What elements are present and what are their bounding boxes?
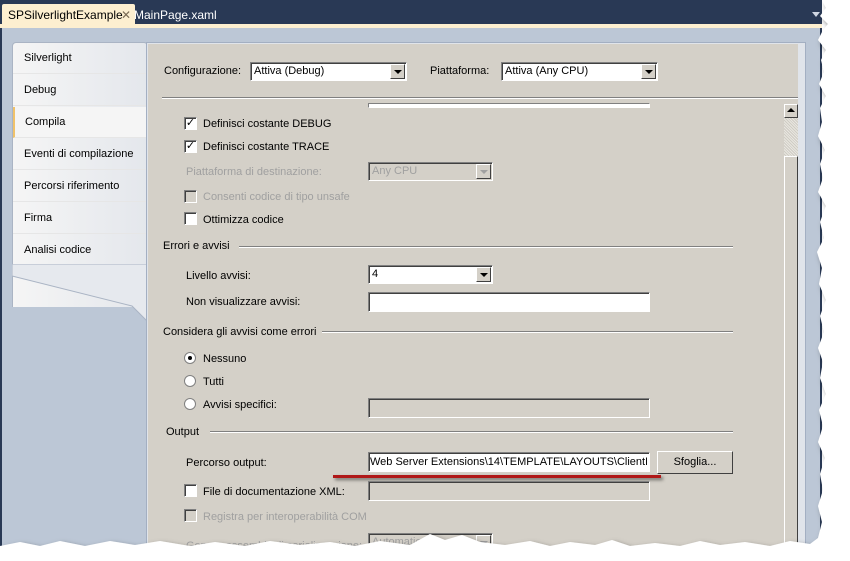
tab-label: SPSilverlightExample [8, 8, 123, 22]
optimize-checkbox[interactable] [184, 212, 197, 225]
serialization-dropdown[interactable]: Automatico [368, 533, 493, 552]
radio-tutti-label: Tutti [203, 376, 224, 388]
xml-doc-checkbox[interactable] [184, 484, 197, 497]
chevron-down-icon[interactable] [476, 267, 491, 282]
sidebar-item-eventi-di-compilazione[interactable]: Eventi di compilazione [13, 139, 147, 170]
browse-button[interactable]: Sfoglia... [657, 451, 733, 474]
radio-nessuno[interactable] [184, 352, 196, 364]
errors-section-title: Errori e avvisi [163, 240, 230, 252]
com-interop-label: Registra per interoperabilità COM [203, 511, 367, 523]
output-path-label: Percorso output: [186, 457, 267, 469]
serialization-label: Genera assembly di serializzazione: [186, 540, 363, 552]
define-debug-checkbox[interactable]: ✓ [184, 117, 197, 130]
xml-doc-label: File di documentazione XML: [203, 486, 345, 498]
warning-level-dropdown[interactable]: 4 [368, 265, 493, 284]
output-path-input[interactable]: Web Server Extensions\14\TEMPLATE\LAYOUT… [368, 452, 650, 472]
treat-warnings-section-title: Considera gli avvisi come errori [163, 326, 317, 338]
sidebar-item-compila[interactable]: Compila [13, 107, 149, 138]
define-trace-label: Definisci costante TRACE [203, 141, 330, 153]
document-tab-bar: SPSilverlightExample ✕ MainPage.xaml [0, 0, 822, 27]
radio-tutti[interactable] [184, 375, 196, 387]
warning-level-label: Livello avvisi: [186, 270, 251, 282]
chevron-down-icon[interactable] [641, 64, 656, 79]
suppress-warnings-input[interactable] [368, 292, 650, 312]
treat-warnings-separator [322, 331, 733, 333]
chevron-down-icon [476, 164, 491, 179]
header-separator [162, 97, 798, 99]
define-trace-checkbox[interactable]: ✓ [184, 140, 197, 153]
sidebar-tail-decoration [12, 264, 148, 323]
conditional-symbols-input[interactable] [368, 103, 650, 108]
suppress-warnings-label: Non visualizzare avvisi: [186, 296, 301, 308]
radio-avvisi-specifici[interactable] [184, 398, 196, 410]
chevron-down-icon[interactable] [390, 64, 405, 79]
target-platform-label: Piattaforma di destinazione: [186, 166, 322, 178]
output-separator [210, 431, 733, 433]
sidebar-item-silverlight[interactable]: Silverlight [13, 43, 147, 74]
errors-separator [239, 246, 733, 248]
allow-unsafe-label: Consenti codice di tipo unsafe [203, 191, 350, 203]
target-platform-dropdown[interactable]: Any CPU [368, 162, 493, 181]
platform-label: Piattaforma: [430, 65, 490, 77]
configuration-dropdown[interactable]: Attiva (Debug) [250, 62, 407, 81]
scrollbar-track-hatch [784, 118, 798, 156]
platform-dropdown[interactable]: Attiva (Any CPU) [501, 62, 658, 81]
xml-doc-input[interactable] [368, 481, 650, 501]
sidebar-item-debug[interactable]: Debug [13, 75, 147, 106]
allow-unsafe-checkbox[interactable] [184, 190, 197, 203]
optimize-label: Ottimizza codice [203, 214, 284, 226]
scroll-up-arrow-icon[interactable] [784, 104, 798, 118]
sidebar-item-percorsi-riferimento[interactable]: Percorsi riferimento [13, 171, 147, 202]
radio-avvisi-specifici-label: Avvisi specifici: [203, 399, 277, 411]
output-section-title: Output [166, 426, 200, 438]
configuration-label: Configurazione: [164, 65, 242, 77]
specific-warnings-input[interactable] [368, 398, 650, 418]
tab-label: MainPage.xaml [134, 8, 217, 22]
sidebar-item-analisi-codice[interactable]: Analisi codice [13, 235, 147, 266]
define-debug-label: Definisci costante DEBUG [203, 118, 332, 130]
radio-nessuno-label: Nessuno [203, 353, 247, 365]
com-interop-checkbox[interactable] [184, 509, 197, 522]
chevron-down-icon[interactable] [812, 12, 820, 17]
chevron-down-icon [476, 535, 491, 550]
scrollbar-thumb[interactable] [784, 156, 798, 548]
red-underline-annotation [333, 475, 661, 478]
sidebar-item-firma[interactable]: Firma [13, 203, 147, 234]
